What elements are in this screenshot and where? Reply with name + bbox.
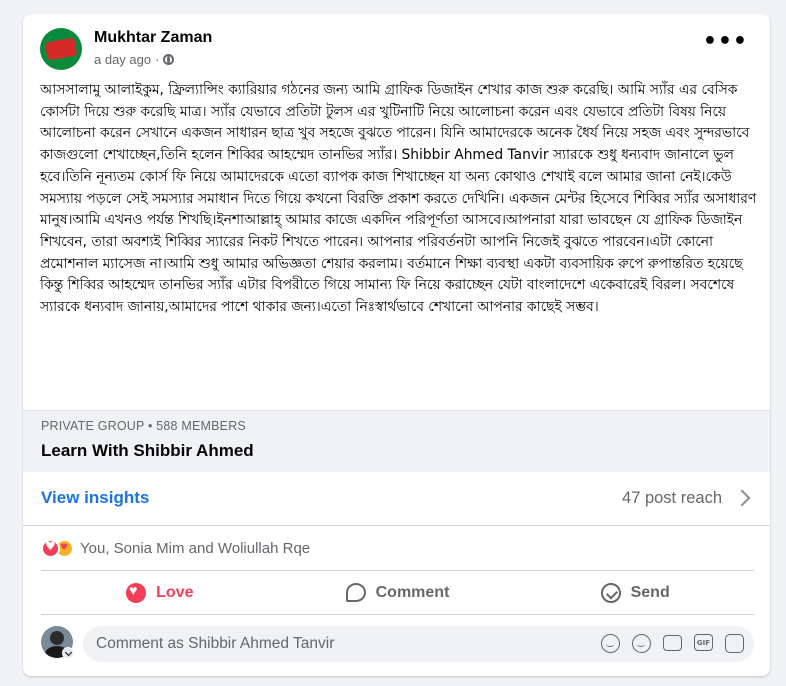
chevron-right-icon[interactable] [733, 489, 751, 507]
author-name[interactable]: Mukhtar Zaman [94, 29, 212, 47]
globe-icon [163, 54, 175, 65]
post-reach: 47 post reach [622, 489, 722, 507]
reactions-summary[interactable]: You, Sonia Mim and Woliullah Rqe [41, 536, 310, 560]
post-time[interactable]: a day ago [94, 52, 151, 67]
love-label: Love [156, 583, 194, 601]
post-time-row: a day ago · [94, 52, 175, 67]
comment-icon [345, 583, 366, 602]
post-header: Mukhtar Zaman a day ago · ••• [23, 14, 770, 80]
composer-tools: GIF [601, 634, 744, 653]
author-avatar[interactable] [40, 28, 82, 70]
send-button[interactable]: Send [516, 571, 754, 614]
heart-icon [126, 582, 147, 603]
comment-placeholder: Comment as Shibbir Ahmed Tanvir [96, 635, 335, 652]
messenger-icon [600, 582, 621, 603]
insights-row[interactable]: View insights 47 post reach [23, 472, 770, 526]
love-button[interactable]: Love [41, 571, 279, 614]
comment-label: Comment [375, 583, 450, 601]
group-attachment[interactable]: PRIVATE GROUP • 588 MEMBERS Learn With S… [23, 410, 770, 472]
post-card: Mukhtar Zaman a day ago · ••• আসসালামু আ… [23, 14, 770, 676]
send-label: Send [630, 583, 670, 601]
post-text: আসসালামু আলাইকুম, ফ্রিল্যান্সিং ক্যারিয়… [40, 82, 757, 316]
sticker-icon[interactable] [725, 634, 744, 653]
comment-composer: Comment as Shibbir Ahmed Tanvir GIF [41, 626, 754, 666]
comment-button[interactable]: Comment [279, 571, 517, 614]
group-name[interactable]: Learn With Shibbir Ahmed [41, 441, 254, 461]
chevron-down-icon[interactable] [62, 647, 74, 659]
group-meta: PRIVATE GROUP • 588 MEMBERS [41, 419, 246, 433]
camera-icon[interactable] [663, 635, 682, 651]
love-reaction-icon [41, 538, 60, 558]
reaction-names[interactable]: You, Sonia Mim and Woliullah Rqe [80, 540, 310, 557]
view-insights-link[interactable]: View insights [41, 488, 149, 508]
avatar-sticker-icon[interactable] [601, 634, 620, 653]
more-options-icon[interactable]: ••• [703, 31, 748, 53]
emoji-icon[interactable] [632, 634, 651, 653]
avatar-logo [44, 37, 78, 61]
gif-icon[interactable]: GIF [694, 634, 713, 651]
action-bar: Love Comment Send [41, 570, 754, 615]
